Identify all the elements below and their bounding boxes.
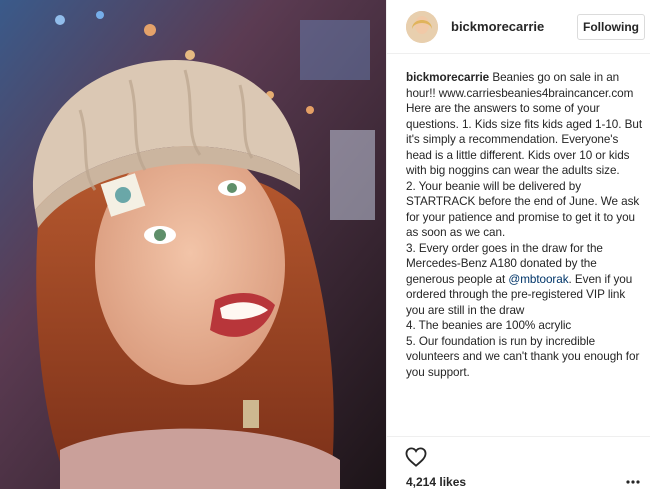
caption-line: Mercedes-Benz A180 donated by the: [406, 257, 597, 270]
caption-line: ordered through the pre-registered VIP l…: [406, 288, 626, 301]
caption-line: you support.: [406, 365, 470, 379]
post-details-panel: bickmorecarrie Following bickmorecarrie …: [386, 0, 650, 489]
caption-line: generous people at @mbtoorak. Even if yo…: [406, 272, 633, 286]
username[interactable]: bickmorecarrie: [451, 19, 544, 34]
heart-outline-icon[interactable]: [405, 447, 427, 467]
caption-author[interactable]: bickmorecarrie: [406, 71, 489, 84]
mention-link[interactable]: @mbtoorak: [508, 273, 568, 286]
caption-line: with big noggins can wear the adults siz…: [406, 164, 620, 177]
caption-line: volunteers and we can't thank you enough…: [406, 350, 640, 363]
caption-line: 3. Every order goes in the draw for the: [406, 241, 603, 255]
caption-line: as soon as we can.: [406, 226, 506, 239]
more-options-icon[interactable]: [625, 475, 641, 487]
caption-line: Here are the answers to some of your: [406, 102, 600, 115]
caption-line: head is a little different. Kids over 10…: [406, 148, 630, 162]
caption-line-1: bickmorecarrie Beanies go on sale in an: [406, 71, 620, 84]
caption-line: it's simply a recommendation. Everyone's: [406, 133, 619, 146]
avatar[interactable]: [406, 11, 438, 43]
caption-line: for your patience and promise to get it …: [406, 210, 635, 224]
post-header: bickmorecarrie Following: [387, 0, 650, 54]
caption-line: 5. Our foundation is run by incredible: [406, 334, 596, 348]
caption-line: hour!! www.carriesbeanies4braincancer.co…: [406, 86, 634, 100]
post-actions: 4,214 likes: [387, 436, 650, 490]
caption-line: you are still in the draw: [406, 303, 525, 317]
caption-line: 4. The beanies are 100% acrylic: [406, 319, 572, 332]
post-caption: bickmorecarrie Beanies go on sale in an …: [406, 70, 650, 380]
post-photo[interactable]: [0, 0, 386, 489]
caption-line: questions. 1. Kids size fits kids aged 1…: [406, 117, 643, 131]
following-button[interactable]: Following: [577, 14, 645, 40]
like-count[interactable]: 4,214 likes: [406, 475, 466, 489]
caption-line: 2. Your beanie will be delivered by: [406, 179, 581, 193]
caption-line: STARTRACK before the end of June. We ask: [406, 195, 640, 208]
